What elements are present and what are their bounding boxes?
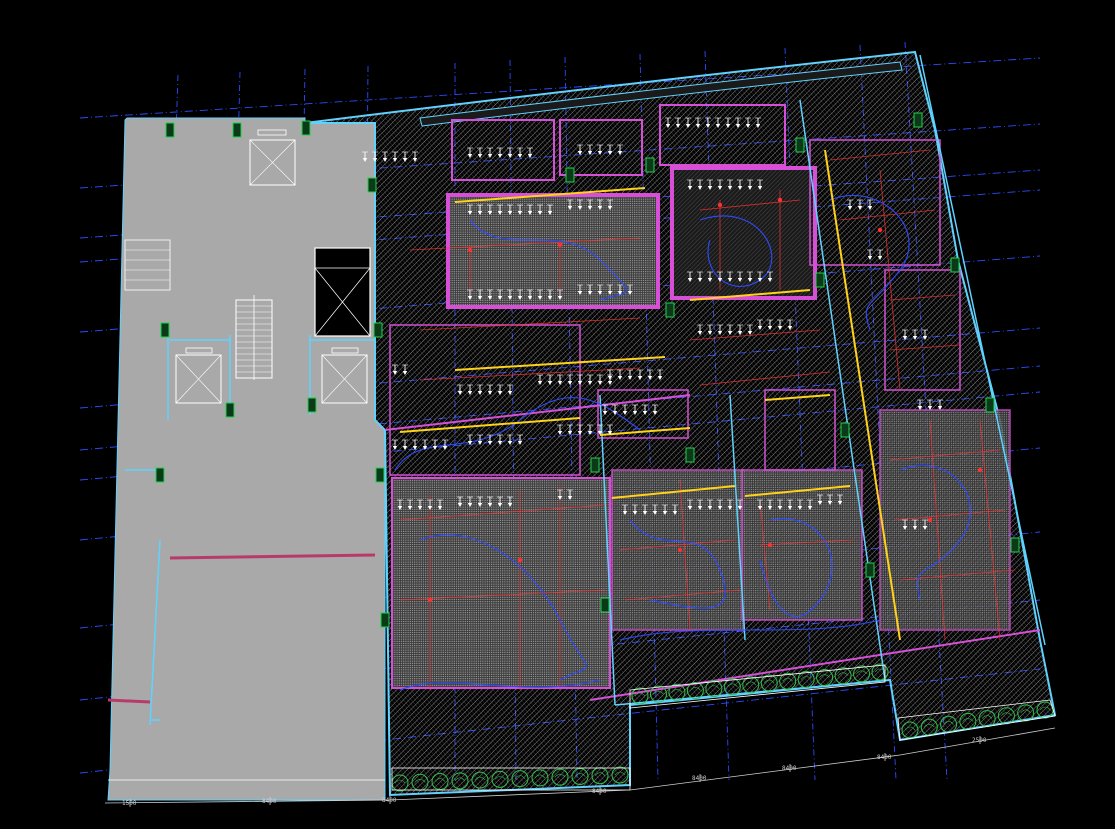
- column-marker: [301, 120, 311, 136]
- elevator-icon: [321, 347, 368, 404]
- column-marker: [380, 612, 390, 628]
- fixture-arrow-icon: [687, 271, 773, 282]
- column-marker: [865, 562, 875, 578]
- column-marker: [913, 112, 923, 128]
- dimension-label: 8400: [592, 788, 607, 795]
- column-marker: [665, 302, 675, 318]
- dimension-label: 8400: [262, 798, 277, 805]
- column-marker: [600, 597, 610, 613]
- column-marker: [590, 457, 600, 473]
- column-marker: [225, 402, 235, 418]
- column-marker: [950, 257, 960, 273]
- column-marker: [165, 122, 175, 138]
- dimension-label: 8400: [877, 754, 892, 761]
- dimension-label: 8400: [692, 775, 707, 782]
- floor-plan-drawing[interactable]: 1500 8400 8400 8400 8400 8400 8400 2500: [0, 0, 1115, 829]
- column-marker: [307, 397, 317, 413]
- cad-viewport[interactable]: 1500 8400 8400 8400 8400 8400 8400 2500: [0, 0, 1115, 829]
- column-marker: [565, 167, 575, 183]
- dimension-label: 1500: [122, 800, 137, 807]
- column-marker: [815, 272, 825, 288]
- column-marker: [840, 422, 850, 438]
- dimension-label: 8400: [782, 765, 797, 772]
- elevator-icon: [175, 347, 222, 404]
- dimension-label: 8400: [382, 797, 397, 804]
- column-marker: [160, 322, 170, 338]
- column-marker: [985, 397, 995, 413]
- column-marker: [685, 447, 695, 463]
- column-marker: [367, 177, 377, 193]
- core-zone: [107, 117, 386, 801]
- fixture-arrow-icon: [467, 204, 553, 215]
- column-marker: [373, 322, 383, 338]
- column-marker: [795, 137, 805, 153]
- column-marker: [375, 467, 385, 483]
- dimension-label: 2500: [972, 737, 987, 744]
- column-marker: [155, 467, 165, 483]
- column-marker: [232, 122, 242, 138]
- column-marker: [645, 157, 655, 173]
- column-marker: [1010, 537, 1020, 553]
- shaft-icon: [314, 247, 371, 337]
